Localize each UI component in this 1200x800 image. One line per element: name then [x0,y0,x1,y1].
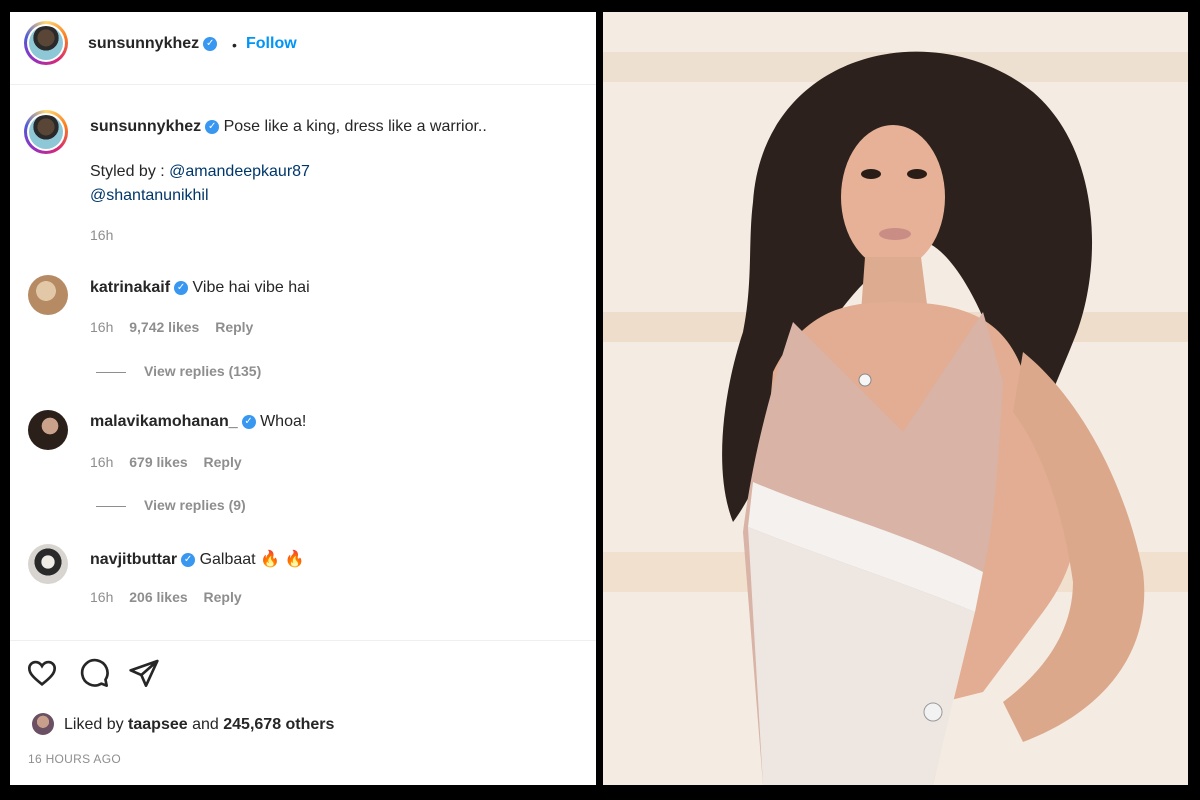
commenter-avatar[interactable] [28,275,68,315]
liked-by-and: and [192,716,219,733]
verified-badge-icon: ✓ [205,119,220,134]
styled-by-line: Styled by : @amandeepkaur87 [90,163,310,181]
comment-text: Vibe hai vibe hai [192,279,310,296]
verified-badge-icon: ✓ [241,414,256,429]
comment-text: Whoa! [260,413,307,430]
styled-by-label: Styled by : [90,163,165,180]
comment-meta: 16h 206 likes Reply [90,589,242,605]
author-avatar[interactable] [24,21,68,65]
view-replies-button[interactable]: View replies (135) [96,363,261,379]
verified-badge-icon: ✓ [174,280,189,295]
comment: malavikamohanan_ ✓ Whoa! [90,413,306,431]
send-icon[interactable] [128,657,160,689]
liked-by-line: Liked by taapsee and 245,678 others [64,716,334,734]
comment-likes[interactable]: 9,742 likes [129,319,199,335]
follow-button[interactable]: Follow [246,35,297,53]
caption-time: 16h [90,227,114,243]
reply-button[interactable]: Reply [204,454,242,470]
fire-emoji: 🔥 🔥 [260,551,305,568]
comment-username[interactable]: katrinakaif [90,279,170,296]
reply-button[interactable]: Reply [215,319,253,335]
comment-meta: 16h 9,742 likes Reply [90,319,253,335]
comment-meta: 16h 679 likes Reply [90,454,242,470]
author-username[interactable]: sunsunnykhez ✓ [88,35,218,53]
caption-author-avatar[interactable] [24,110,68,154]
verified-badge-icon: ✓ [181,552,196,567]
comment-time: 16h [90,589,114,605]
liked-by-label: Liked by [64,716,124,733]
view-replies-button[interactable]: View replies (9) [96,497,246,513]
reply-button[interactable]: Reply [204,589,242,605]
mention-link[interactable]: @shantanunikhil [90,187,209,205]
liked-by-avatar[interactable] [32,713,54,735]
comment-text: Galbaat [199,551,256,568]
post-image[interactable] [603,12,1188,785]
comment-likes[interactable]: 206 likes [129,589,187,605]
divider [10,640,596,641]
post-details-panel: sunsunnykhez ✓ • Follow sunsunnykhez ✓ Pos… [10,12,596,785]
portrait-photo [603,12,1188,785]
caption-author-username[interactable]: sunsunnykhez [90,118,201,135]
comment-icon[interactable] [78,657,110,689]
post-header: sunsunnykhez ✓ • Follow [10,12,596,85]
separator-dot: • [232,37,237,53]
commenter-avatar[interactable] [28,544,68,584]
comment: navjitbuttar ✓ Galbaat 🔥 🔥 [90,549,304,569]
comment-time: 16h [90,319,114,335]
comment-username[interactable]: navjitbuttar [90,551,177,568]
comment-time: 16h [90,454,114,470]
comment-likes[interactable]: 679 likes [129,454,187,470]
mention-link[interactable]: @amandeepkaur87 [169,163,310,180]
verified-badge-icon: ✓ [203,36,218,51]
likes-count[interactable]: 245,678 others [223,716,334,733]
commenter-avatar[interactable] [28,410,68,450]
liked-by-user[interactable]: taapsee [128,716,188,733]
comment: katrinakaif ✓ Vibe hai vibe hai [90,279,310,297]
heart-icon[interactable] [26,657,58,689]
post-timestamp[interactable]: 16 HOURS AGO [28,752,121,766]
caption: sunsunnykhez ✓ Pose like a king, dress li… [90,118,487,136]
comment-username[interactable]: malavikamohanan_ [90,413,238,430]
caption-text: Pose like a king, dress like a warrior.. [223,118,487,135]
